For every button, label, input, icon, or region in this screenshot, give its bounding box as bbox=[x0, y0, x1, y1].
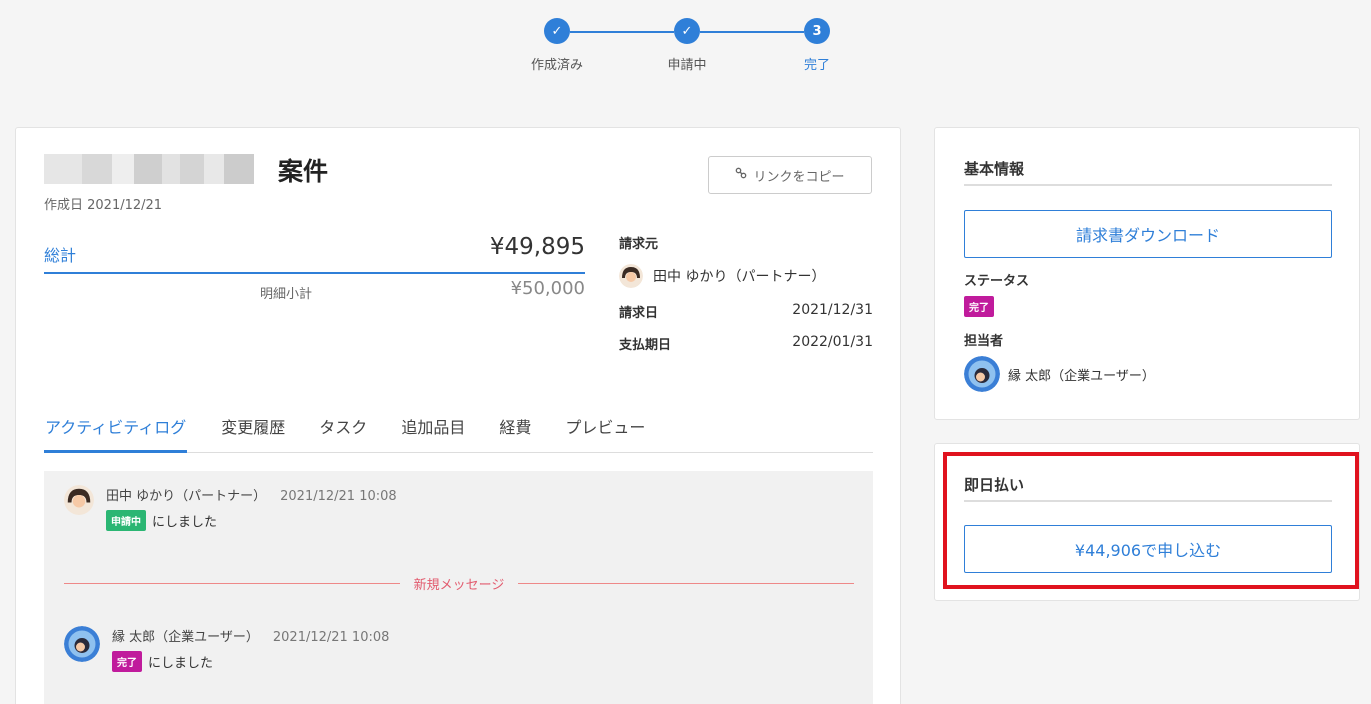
link-icon bbox=[735, 167, 747, 183]
step-label: 申請中 bbox=[667, 58, 707, 73]
basic-info-title: 基本情報 bbox=[964, 160, 1025, 178]
activity-time: 2021/12/21 10:08 bbox=[280, 489, 397, 504]
status-badge: 完了 bbox=[964, 296, 994, 317]
assignee: 縁 太郎（企業ユーザー） bbox=[964, 356, 1155, 392]
new-message-label: 新規メッセージ bbox=[413, 577, 505, 593]
activity-body: 完了 にしました bbox=[112, 651, 389, 672]
activity-text: にしました bbox=[148, 656, 214, 671]
total-value: ¥49,895 bbox=[489, 234, 585, 260]
case-title: 案件 bbox=[278, 157, 329, 186]
invoice-date-row: 請求日 2021/12/31 bbox=[619, 302, 873, 321]
case-card: 案件 作成日 2021/12/21 リンクをコピー 総計 ¥49,895 明細小… bbox=[15, 127, 901, 704]
billing-info: 請求元 田中 ゆかり（パートナー） 請求日 2021/12/31 支払期日 20… bbox=[619, 233, 873, 353]
user-avatar bbox=[964, 356, 1000, 392]
activity-author: 田中 ゆかり（パートナー） bbox=[106, 489, 267, 504]
copy-link-button[interactable]: リンクをコピー bbox=[708, 156, 872, 194]
step-created: ✓ 作成済み bbox=[517, 18, 597, 73]
invoice-date-label: 請求日 bbox=[619, 306, 659, 321]
step-completed: 3 完了 bbox=[777, 18, 857, 73]
tab-activity-log[interactable]: アクティビティログ bbox=[44, 410, 188, 453]
basic-info-card: 基本情報 請求書ダウンロード ステータス 完了 担当者 縁 太郎（企業ユーザー） bbox=[934, 127, 1360, 420]
activity-text: にしました bbox=[152, 515, 218, 530]
activity-author: 縁 太郎（企業ユーザー） bbox=[112, 630, 259, 645]
created-date: 作成日 2021/12/21 bbox=[44, 198, 163, 213]
activity-meta: 縁 太郎（企業ユーザー） 2021/12/21 10:08 bbox=[112, 626, 389, 645]
assignee-name: 縁 太郎（企業ユーザー） bbox=[1008, 368, 1155, 384]
subtotal-value: ¥50,000 bbox=[510, 278, 585, 299]
user-avatar bbox=[64, 626, 100, 662]
activity-log: 田中 ゆかり（パートナー） 2021/12/21 10:08 申請中 にしました … bbox=[44, 471, 873, 704]
total-row: 総計 ¥49,895 bbox=[44, 232, 585, 274]
subtotal-label: 明細小計 bbox=[260, 287, 313, 302]
check-icon: ✓ bbox=[674, 18, 700, 44]
step-label: 完了 bbox=[803, 58, 830, 73]
invoice-date-value: 2021/12/31 bbox=[792, 302, 873, 318]
activity-entry: 田中 ゆかり（パートナー） 2021/12/21 10:08 申請中 にしました bbox=[64, 485, 397, 531]
total-label: 総計 bbox=[44, 246, 77, 265]
billing-from-label: 請求元 bbox=[619, 237, 659, 252]
status-badge: 申請中 bbox=[106, 510, 146, 531]
highlight-frame bbox=[943, 452, 1359, 589]
billing-from-name: 田中 ゆかり（パートナー） bbox=[653, 269, 826, 285]
step-label: 作成済み bbox=[530, 58, 583, 73]
tab-preview[interactable]: プレビュー bbox=[565, 410, 645, 452]
copy-link-label: リンクをコピー bbox=[753, 169, 845, 185]
billing-from: 田中 ゆかり（パートナー） bbox=[619, 264, 873, 288]
tab-tasks[interactable]: タスク bbox=[319, 410, 367, 452]
assignee-label: 担当者 bbox=[964, 334, 1004, 349]
due-date-row: 支払期日 2022/01/31 bbox=[619, 334, 873, 353]
step-applying: ✓ 申請中 bbox=[647, 18, 727, 73]
activity-time: 2021/12/21 10:08 bbox=[272, 630, 390, 645]
check-icon: ✓ bbox=[544, 18, 570, 44]
activity-body: 申請中 にしました bbox=[106, 510, 397, 531]
tab-extra-items[interactable]: 追加品目 bbox=[401, 410, 465, 452]
tab-change-history[interactable]: 変更履歴 bbox=[221, 410, 285, 452]
status-label: ステータス bbox=[964, 274, 1030, 289]
progress-stepper: ✓ 作成済み ✓ 申請中 3 完了 bbox=[510, 18, 850, 88]
tab-bar: アクティビティログ 変更履歴 タスク 追加品目 経費 プレビュー bbox=[44, 410, 873, 453]
new-message-divider: 新規メッセージ bbox=[64, 575, 854, 593]
download-invoice-button[interactable]: 請求書ダウンロード bbox=[964, 210, 1332, 258]
status-badge: 完了 bbox=[112, 651, 142, 672]
due-date-value: 2022/01/31 bbox=[792, 334, 873, 350]
partner-avatar bbox=[64, 485, 94, 515]
activity-entry: 縁 太郎（企業ユーザー） 2021/12/21 10:08 完了 にしました bbox=[64, 626, 389, 672]
partner-avatar bbox=[619, 264, 643, 288]
due-date-label: 支払期日 bbox=[619, 338, 672, 353]
redacted-title bbox=[44, 154, 274, 184]
activity-meta: 田中 ゆかり（パートナー） 2021/12/21 10:08 bbox=[106, 485, 397, 504]
tab-expenses[interactable]: 経費 bbox=[499, 410, 531, 452]
step-number: 3 bbox=[804, 18, 830, 44]
